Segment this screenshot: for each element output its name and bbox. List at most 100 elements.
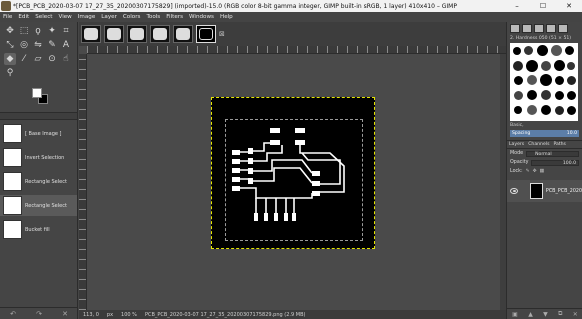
history-item[interactable]: Invert Selection bbox=[0, 147, 77, 168]
flip-icon[interactable]: ⇋ bbox=[32, 39, 44, 51]
eye-icon[interactable] bbox=[510, 188, 518, 194]
history-item[interactable]: [ Base Image ] bbox=[0, 123, 77, 144]
brush-tab-icon[interactable] bbox=[510, 24, 520, 33]
spacing-slider[interactable]: Spacing 10.0 bbox=[510, 130, 579, 137]
close-button[interactable]: ✕ bbox=[556, 0, 582, 12]
clone-icon[interactable]: ⊙ bbox=[46, 53, 58, 65]
brush-item[interactable] bbox=[541, 90, 551, 100]
eraser-icon[interactable]: ▱ bbox=[32, 53, 44, 65]
brush-item[interactable] bbox=[565, 46, 574, 55]
lock-alpha-icon[interactable]: ▦ bbox=[540, 169, 545, 174]
brush-item[interactable] bbox=[537, 45, 548, 56]
text-icon[interactable]: A bbox=[60, 39, 72, 51]
font-tab-icon[interactable] bbox=[534, 24, 544, 33]
move-icon[interactable]: ✥ bbox=[4, 25, 16, 37]
pcb-image[interactable] bbox=[211, 97, 375, 249]
duplicate-layer-icon[interactable]: ⧉ bbox=[558, 310, 562, 318]
menu-layer[interactable]: Layer bbox=[101, 14, 117, 20]
brush-item[interactable] bbox=[514, 76, 523, 85]
canvas-area[interactable] bbox=[79, 46, 506, 310]
lower-layer-icon[interactable]: ▼ bbox=[543, 311, 548, 318]
raise-layer-icon[interactable]: ▲ bbox=[528, 311, 533, 318]
menu-file[interactable]: File bbox=[3, 14, 12, 20]
brush-item[interactable] bbox=[567, 91, 576, 100]
lasso-icon[interactable]: ϙ bbox=[32, 25, 44, 37]
brush-item[interactable] bbox=[514, 91, 523, 100]
crop-icon[interactable]: ⌗ bbox=[60, 25, 72, 37]
layer-name[interactable]: PCB_PCB_2020 bbox=[546, 189, 582, 194]
brush-item[interactable] bbox=[567, 62, 575, 70]
menu-select[interactable]: Select bbox=[35, 14, 52, 20]
history-item[interactable]: Rectangle Select bbox=[0, 171, 77, 192]
brush-item[interactable] bbox=[527, 90, 537, 100]
image-tab[interactable] bbox=[104, 25, 124, 43]
foreground-color[interactable] bbox=[32, 88, 42, 98]
brush-item[interactable] bbox=[527, 75, 537, 85]
brush-item[interactable] bbox=[526, 60, 538, 72]
menu-view[interactable]: View bbox=[58, 14, 71, 20]
tab-channels[interactable]: Channels bbox=[528, 142, 549, 147]
paintbrush-icon[interactable]: ⁄ bbox=[18, 53, 30, 65]
color-swatches[interactable] bbox=[30, 86, 60, 110]
minimize-button[interactable]: – bbox=[504, 0, 530, 12]
brush-item[interactable] bbox=[555, 91, 564, 100]
brush-item[interactable] bbox=[513, 47, 521, 55]
brush-item[interactable] bbox=[551, 45, 562, 56]
opacity-slider[interactable]: 100.0 bbox=[531, 159, 579, 166]
menu-filters[interactable]: Filters bbox=[166, 14, 183, 20]
history-tabs[interactable] bbox=[0, 112, 77, 120]
pattern-tab-icon[interactable] bbox=[522, 24, 532, 33]
brush-item[interactable] bbox=[541, 105, 551, 115]
image-tab[interactable] bbox=[173, 25, 193, 43]
brush-item[interactable] bbox=[555, 76, 564, 85]
smudge-icon[interactable]: ☝ bbox=[60, 53, 72, 65]
history-item[interactable]: Bucket fill bbox=[0, 219, 77, 240]
transform-icon[interactable]: ⤡ bbox=[4, 39, 16, 51]
mode-dropdown[interactable]: Normal bbox=[526, 150, 579, 157]
history-item-active[interactable]: Rectangle Select bbox=[0, 195, 77, 216]
clear-history-icon[interactable]: ✕ bbox=[62, 310, 68, 318]
brush-item[interactable] bbox=[567, 106, 576, 115]
maximize-button[interactable]: ☐ bbox=[530, 0, 556, 12]
new-layer-icon[interactable]: ▣ bbox=[512, 311, 518, 318]
image-tab[interactable] bbox=[127, 25, 147, 43]
menu-image[interactable]: Image bbox=[78, 14, 96, 20]
brush-item[interactable] bbox=[513, 61, 523, 71]
brush-item[interactable] bbox=[554, 60, 565, 71]
gradient-tab-icon[interactable] bbox=[558, 24, 568, 33]
horizontal-ruler[interactable] bbox=[87, 46, 506, 54]
brush-item[interactable] bbox=[527, 105, 537, 115]
brush-item[interactable] bbox=[541, 61, 551, 71]
brush-item[interactable] bbox=[524, 46, 533, 55]
undo-icon[interactable]: ↶ bbox=[10, 310, 16, 318]
fuzzy-select-icon[interactable]: ✦ bbox=[46, 25, 58, 37]
zoom-icon[interactable]: ⚲ bbox=[4, 67, 16, 79]
layer-row[interactable]: PCB_PCB_2020 bbox=[507, 180, 582, 202]
redo-icon[interactable]: ↷ bbox=[36, 310, 42, 318]
lock-pixels-icon[interactable]: ✎ bbox=[526, 169, 530, 174]
brush-item[interactable] bbox=[514, 106, 522, 114]
tab-paths[interactable]: Paths bbox=[553, 142, 566, 147]
bucket-fill-icon[interactable]: ◆ bbox=[4, 53, 16, 65]
zoom-selector[interactable]: 100 % bbox=[121, 312, 137, 318]
delete-layer-icon[interactable]: ✕ bbox=[573, 311, 578, 318]
unit-selector[interactable]: px bbox=[107, 312, 113, 318]
image-tab[interactable] bbox=[150, 25, 170, 43]
warp-icon[interactable]: ◎ bbox=[18, 39, 30, 51]
menu-colors[interactable]: Colors bbox=[123, 14, 141, 20]
rect-select-icon[interactable]: ⬚ bbox=[18, 25, 30, 37]
image-tab-active[interactable] bbox=[196, 25, 216, 43]
brush-grid[interactable] bbox=[510, 43, 578, 121]
image-tab[interactable] bbox=[81, 25, 101, 43]
close-tab-icon[interactable]: ⊠ bbox=[219, 30, 225, 38]
menu-windows[interactable]: Windows bbox=[189, 14, 214, 20]
menu-tools[interactable]: Tools bbox=[146, 14, 160, 20]
tab-layers[interactable]: Layers bbox=[509, 142, 524, 147]
brush-item[interactable] bbox=[567, 76, 576, 85]
lock-position-icon[interactable]: ✥ bbox=[533, 169, 537, 174]
menu-edit[interactable]: Edit bbox=[18, 14, 29, 20]
document-tab-icon[interactable] bbox=[546, 24, 556, 33]
brush-item[interactable] bbox=[540, 74, 552, 86]
vertical-ruler[interactable] bbox=[79, 54, 87, 310]
paths-icon[interactable]: ✎ bbox=[46, 39, 58, 51]
